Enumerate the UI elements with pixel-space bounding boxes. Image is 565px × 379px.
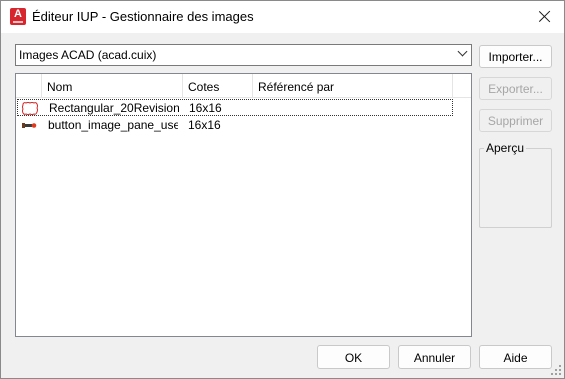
dialog-window: A Éditeur IUP - Gestionnaire des images …: [0, 0, 565, 379]
list-item-name: Rectangular_20Revision…: [49, 101, 179, 115]
image-source-value: Images ACAD (acad.cuix): [19, 48, 157, 62]
autocad-logo-icon: A: [10, 8, 26, 25]
list-item-size: 16x16: [188, 118, 221, 132]
export-button[interactable]: Exporter...: [479, 77, 552, 100]
column-size[interactable]: Cotes: [183, 74, 253, 98]
column-name[interactable]: Nom: [42, 74, 183, 98]
list-item-name: button_image_pane_use…: [48, 118, 178, 132]
button-image-icon: [22, 123, 37, 128]
preview-label: Aperçu: [484, 141, 527, 155]
chevron-down-icon[interactable]: [457, 46, 468, 57]
revision-cloud-icon: [22, 102, 38, 115]
image-source-dropdown[interactable]: Images ACAD (acad.cuix): [15, 44, 472, 66]
title-bar[interactable]: A Éditeur IUP - Gestionnaire des images: [1, 1, 564, 33]
help-button[interactable]: Aide: [479, 345, 552, 369]
import-button[interactable]: Importer...: [479, 45, 552, 68]
list-item[interactable]: Rectangular_20Revision… 16x16: [17, 99, 453, 116]
column-icon[interactable]: [16, 74, 42, 98]
ok-button[interactable]: OK: [317, 345, 390, 369]
close-icon[interactable]: [534, 6, 556, 28]
column-referenced-by[interactable]: Référencé par: [253, 74, 453, 98]
image-list[interactable]: Nom Cotes Référencé par Rectangular_20Re…: [15, 73, 472, 337]
cancel-button[interactable]: Annuler: [398, 345, 471, 369]
list-header: Nom Cotes Référencé par: [16, 74, 471, 98]
list-item[interactable]: button_image_pane_use… 16x16: [17, 117, 453, 134]
delete-button[interactable]: Supprimer: [479, 109, 552, 132]
preview-box: [479, 148, 552, 228]
window-title: Éditeur IUP - Gestionnaire des images: [32, 9, 254, 24]
list-item-size: 16x16: [189, 101, 222, 115]
resize-grip-icon[interactable]: [551, 365, 561, 375]
